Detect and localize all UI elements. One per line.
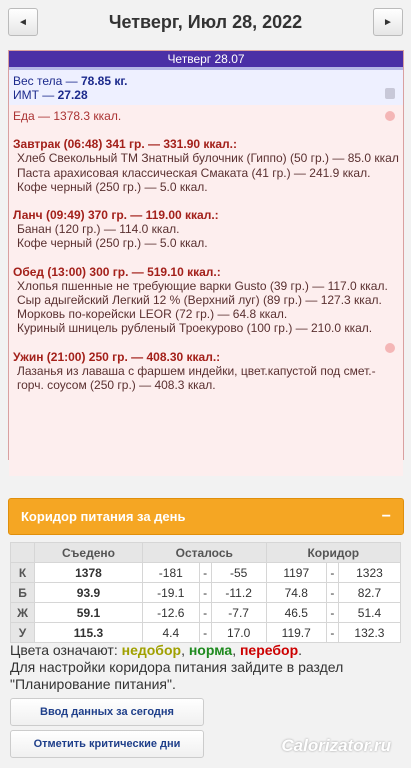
meal-item: Лазанья из лаваша с фаршем индейки, цвет… <box>17 363 376 393</box>
row-label: Б <box>10 582 35 603</box>
legend-over: перебор <box>239 642 299 658</box>
hand-pointer-icon[interactable] <box>385 111 395 121</box>
eaten-value: 1378 <box>34 562 143 583</box>
corridor-title: Коридор питания за день <box>21 509 186 524</box>
range-dash: - <box>198 582 212 603</box>
weight-line: Вес тела — 78.85 кг. <box>13 74 128 88</box>
remaining-max: 17.0 <box>210 622 267 643</box>
meal-title: Ланч (09:49) 370 гр. — 119.00 ккал.: <box>13 208 219 223</box>
meal-item: Паста арахисовая классическая Смаката (4… <box>17 165 371 180</box>
arrow-left-icon: ◄ <box>18 16 28 28</box>
table-row: К 1378 -181 - -55 1197 - 1323 <box>10 562 402 583</box>
remaining-max: -11.2 <box>210 582 267 603</box>
remaining-min: 4.4 <box>141 622 200 643</box>
range-dash: - <box>198 602 212 623</box>
remaining-max: -55 <box>210 562 267 583</box>
meal-title: Завтрак (06:48) 341 гр. — 331.90 ккал.: <box>13 137 238 152</box>
table-header: Осталось <box>141 542 267 563</box>
bmi-value: 27.28 <box>57 88 88 102</box>
corridor-min: 1197 <box>265 562 327 583</box>
table-row: У 115.3 4.4 - 17.0 119.7 - 132.3 <box>10 622 402 643</box>
remaining-min: -12.6 <box>141 602 200 623</box>
meal-breakfast[interactable]: Завтрак (06:48) 341 гр. — 331.90 ккал.: … <box>13 137 399 194</box>
color-legend: Цвета означают: недобор, норма, перебор.… <box>10 642 402 693</box>
day-diary: Четверг 28.07 Вес тела — 78.85 кг. ИМТ —… <box>8 50 404 476</box>
meal-item: Кофе черный (250 гр.) — 5.0 ккал. <box>17 179 208 194</box>
meal-item: Морковь по-корейски LEOR (72 гр.) — 64.8… <box>17 307 288 322</box>
range-dash: - <box>198 622 212 643</box>
meal-supper[interactable]: Ужин (21:00) 250 гр. — 408.30 ккал.: Лаз… <box>13 350 399 393</box>
eaten-value: 59.1 <box>34 602 143 623</box>
table-header-row: Съедено Осталось Коридор <box>10 542 402 563</box>
meal-item: Куриный шницель рубленый Троекурово (100… <box>17 321 373 336</box>
meal-item: Хлопья пшенные не требующие варки Gusto … <box>17 278 388 293</box>
page-title: Четверг, Июл 28, 2022 <box>108 11 303 32</box>
legend-under: недобор <box>121 642 182 658</box>
meal-item: Кофе черный (250 гр.) — 5.0 ккал. <box>17 236 208 251</box>
row-label: К <box>10 562 35 583</box>
corridor-max: 51.4 <box>337 602 402 623</box>
hand-pointer-icon[interactable] <box>385 343 395 353</box>
remaining-max: -7.7 <box>210 602 267 623</box>
corridor-min: 74.8 <box>265 582 327 603</box>
mark-critical-days-button[interactable]: Отметить критические дни <box>10 730 204 758</box>
top-bar: ◄ Четверг, Июл 28, 2022 ► <box>0 0 411 44</box>
legend-note: Для настройки коридора питания зайдите в… <box>10 659 344 692</box>
collapse-icon[interactable]: − <box>382 508 391 526</box>
meal-dinner[interactable]: Обед (13:00) 300 гр. — 519.10 ккал.: Хло… <box>13 265 399 336</box>
range-dash: - <box>325 622 339 643</box>
table-header: Съедено <box>34 542 143 563</box>
food-log: Еда — 1378.3 ккал. Завтрак (06:48) 341 г… <box>9 105 403 476</box>
prev-day-button[interactable]: ◄ <box>8 8 38 36</box>
corridor-max: 1323 <box>337 562 402 583</box>
remaining-min: -181 <box>141 562 200 583</box>
corridor-table: Съедено Осталось Коридор К 1378 -181 - -… <box>10 542 402 643</box>
table-row: Ж 59.1 -12.6 - -7.7 46.5 - 51.4 <box>10 602 402 623</box>
row-label: Ж <box>10 602 35 623</box>
next-day-button[interactable]: ► <box>372 8 403 36</box>
meal-item: Банан (120 гр.) — 114.0 ккал. <box>17 222 180 237</box>
table-header <box>10 542 35 563</box>
legend-norm: норма <box>188 642 233 658</box>
meal-item: Хлеб Свекольный ТМ Знатный булочник (Гип… <box>17 151 399 166</box>
eaten-value: 93.9 <box>34 582 143 603</box>
range-dash: - <box>325 602 339 623</box>
arrow-right-icon: ► <box>383 16 393 28</box>
remaining-min: -19.1 <box>141 582 200 603</box>
watermark: Calorizator.ru <box>281 736 391 755</box>
bmi-line: ИМТ — 27.28 <box>13 88 88 102</box>
range-dash: - <box>198 562 212 583</box>
corridor-max: 132.3 <box>337 622 402 643</box>
meal-title: Ужин (21:00) 250 гр. — 408.30 ккал.: <box>13 349 221 364</box>
table-header: Коридор <box>265 542 402 563</box>
meal-title: Обед (13:00) 300 гр. — 519.10 ккал.: <box>13 264 221 279</box>
weight-value: 78.85 кг. <box>81 74 128 88</box>
range-dash: - <box>325 562 339 583</box>
meal-item: Сыр адыгейский Легкий 12 % (Верхний луг)… <box>17 293 382 308</box>
corridor-header[interactable]: Коридор питания за день − <box>8 498 404 535</box>
legend-line: Цвета означают: недобор, норма, перебор. <box>10 642 303 658</box>
table-row: Б 93.9 -19.1 - -11.2 74.8 - 82.7 <box>10 582 402 603</box>
row-label: У <box>10 622 35 643</box>
food-total: Еда — 1378.3 ккал. <box>13 109 122 123</box>
range-dash: - <box>325 582 339 603</box>
corridor-min: 46.5 <box>265 602 327 623</box>
corridor-max: 82.7 <box>337 582 402 603</box>
eaten-value: 115.3 <box>34 622 143 643</box>
enter-data-button[interactable]: Ввод данных за сегодня <box>10 698 204 726</box>
day-label: Четверг 28.07 <box>9 51 403 67</box>
body-stats[interactable]: Вес тела — 78.85 кг. ИМТ — 27.28 <box>9 70 403 105</box>
corridor-min: 119.7 <box>265 622 327 643</box>
trash-icon[interactable] <box>385 88 395 99</box>
meal-lunch[interactable]: Ланч (09:49) 370 гр. — 119.00 ккал.: Бан… <box>13 208 399 251</box>
